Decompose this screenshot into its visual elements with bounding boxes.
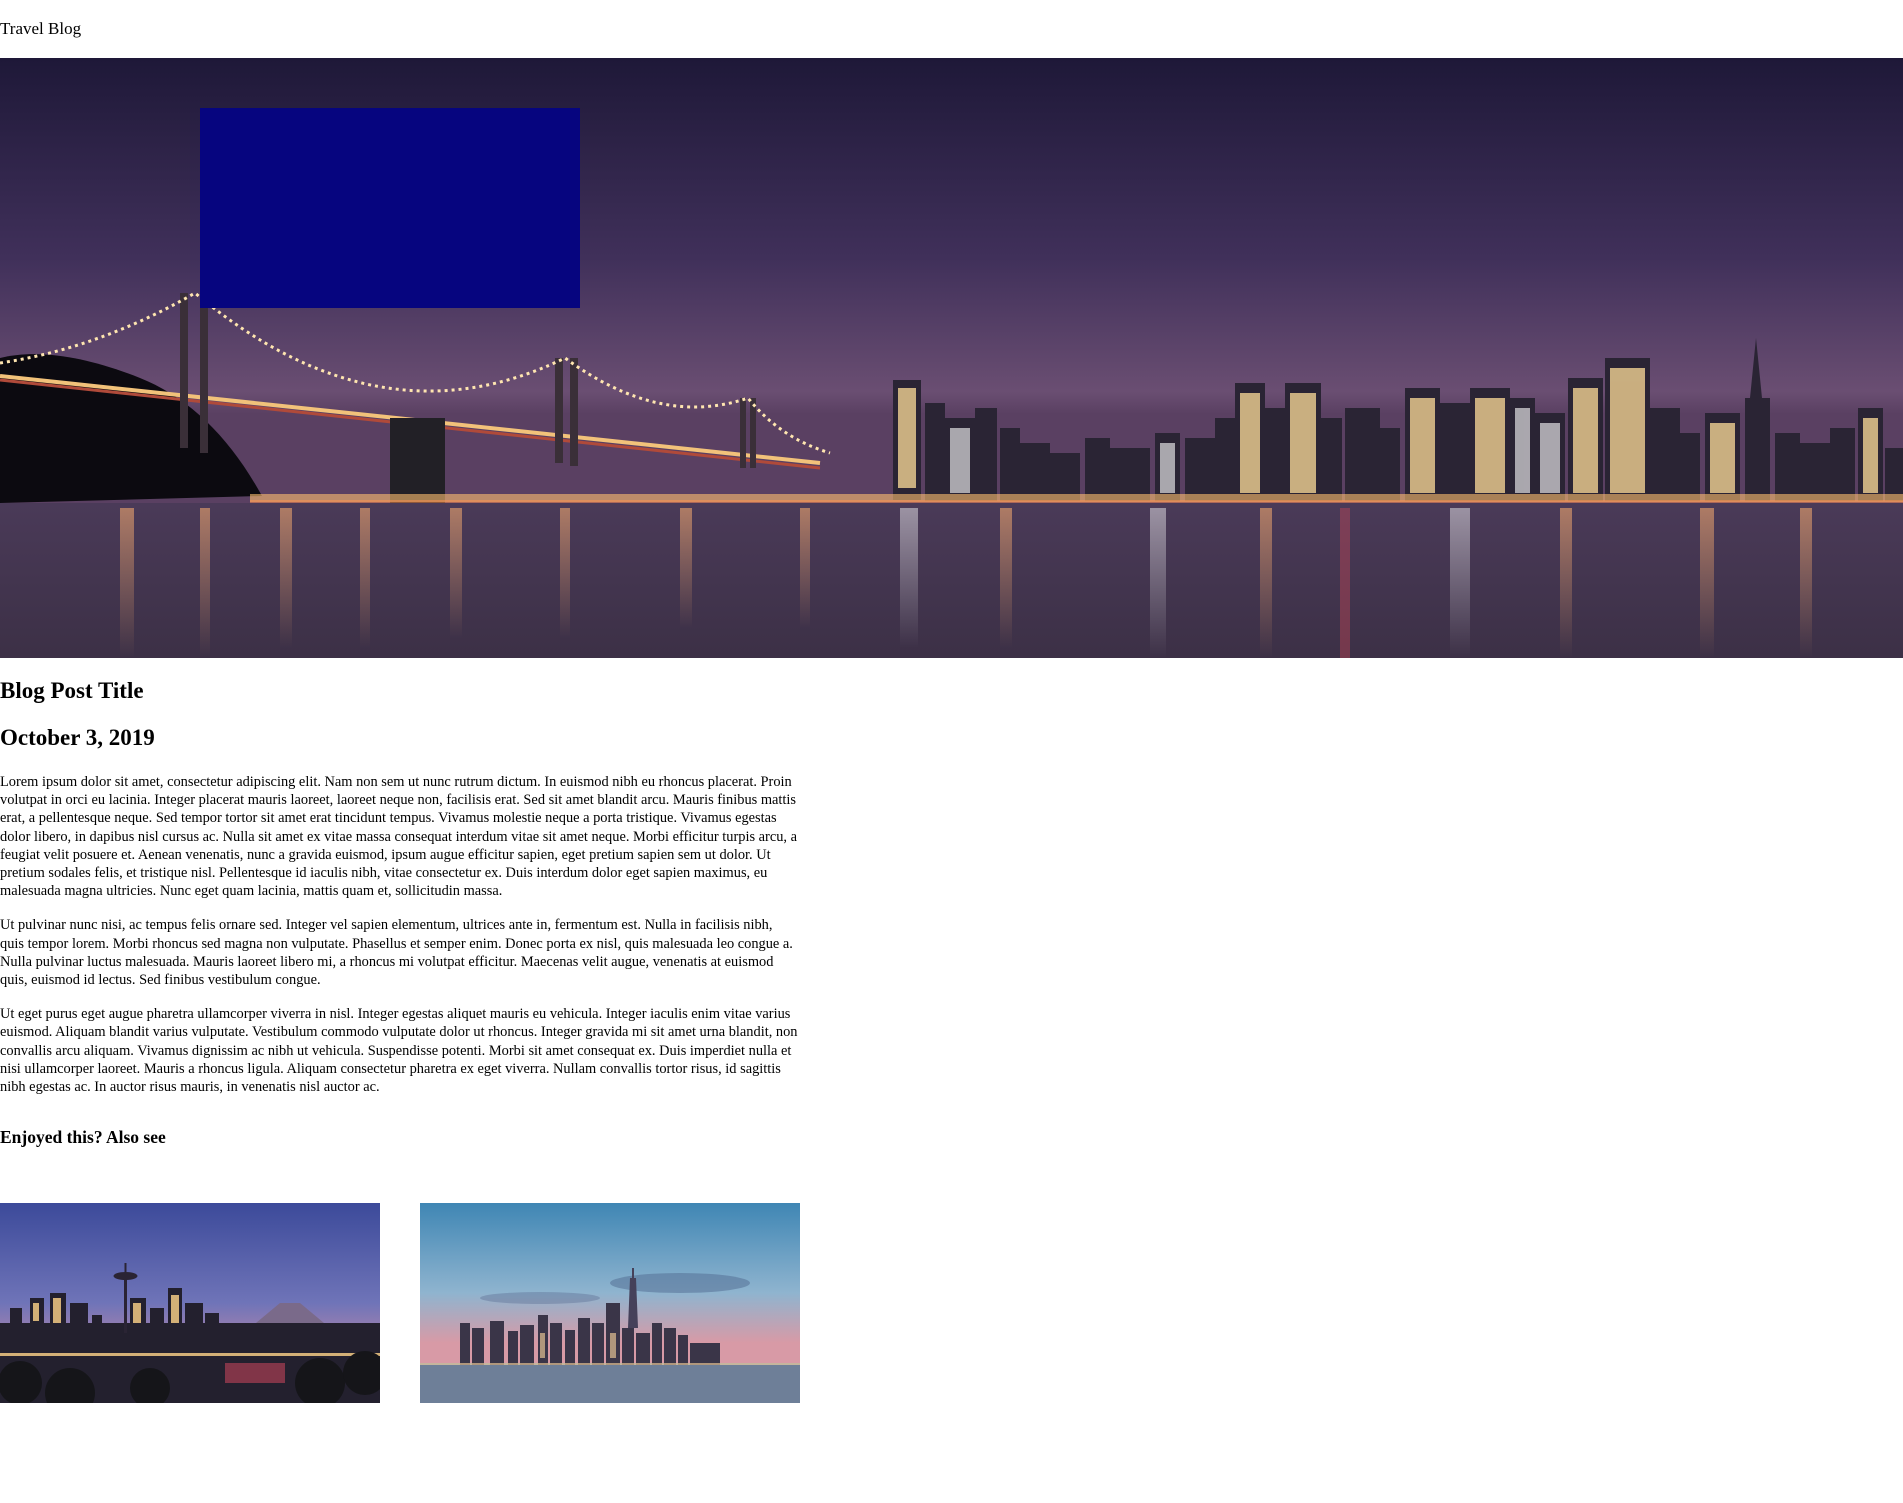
site-title[interactable]: Travel Blog (0, 19, 81, 39)
post-paragraph: Ut pulvinar nunc nisi, ac tempus felis o… (0, 917, 793, 989)
page: Travel Blog Blog Post Title October 3, 2… (0, 0, 1903, 1503)
related-post-thumbnail-2[interactable] (420, 1203, 800, 1403)
related-heading: Enjoyed this? Also see (0, 1127, 166, 1148)
post-paragraph: Ut eget purus eget augue pharetra ullamc… (0, 1006, 798, 1096)
overlay-box (200, 108, 580, 308)
post-title: Blog Post Title (0, 678, 144, 703)
related-posts (0, 1203, 800, 1403)
related-post-thumbnail-1[interactable] (0, 1203, 380, 1403)
post-date: October 3, 2019 (0, 725, 155, 750)
post-body: Lorem ipsum dolor sit amet, consectetur … (0, 773, 800, 1096)
hero-image (0, 58, 1903, 658)
post-paragraph: Lorem ipsum dolor sit amet, consectetur … (0, 774, 798, 900)
blog-post: Blog Post Title October 3, 2019 Lorem ip… (0, 676, 800, 1148)
